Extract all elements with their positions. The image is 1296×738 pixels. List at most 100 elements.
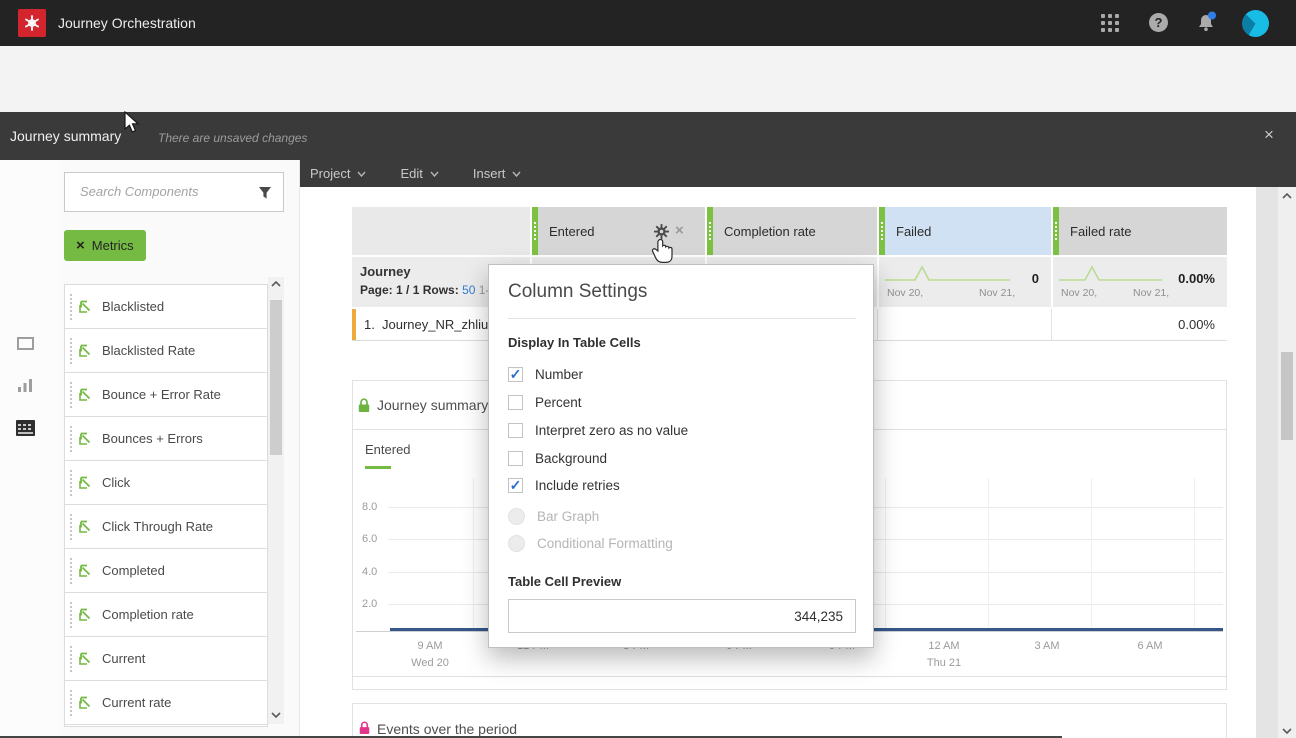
list-item[interactable]: Completed — [65, 549, 267, 593]
list-item[interactable]: Bounces + Errors — [65, 417, 267, 461]
x-tick: 9 AM — [417, 640, 443, 652]
notifications-bell-icon[interactable] — [1196, 11, 1218, 33]
divider — [508, 318, 856, 319]
page-scrollbar-thumb[interactable] — [1281, 352, 1293, 440]
workspace-title: Journey summary — [10, 128, 122, 144]
x-tick: 6 AM — [1137, 640, 1163, 652]
option-label: Bar Graph — [537, 508, 600, 524]
spark-date-start: Nov 20, — [1061, 287, 1098, 299]
scroll-up-icon[interactable] — [271, 281, 281, 287]
checkbox-checked-icon[interactable]: ✓ — [508, 477, 523, 493]
legend-label[interactable]: Entered — [365, 442, 411, 457]
radio-disabled-icon[interactable] — [508, 507, 525, 525]
option-conditional-formatting[interactable]: Conditional Formatting — [508, 534, 673, 552]
filter-icon[interactable] — [258, 186, 272, 200]
remove-column-icon[interactable]: × — [675, 222, 684, 239]
app-switcher-icon[interactable] — [1101, 14, 1119, 32]
list-item[interactable]: Completion rate — [65, 593, 267, 637]
drag-handle[interactable] — [70, 645, 72, 672]
components-table-icon[interactable] — [16, 420, 35, 436]
metric-label: Blacklisted — [102, 299, 165, 314]
row-name[interactable]: Journey_NR_zhliu_2 — [382, 317, 503, 332]
metrics-filter-chip[interactable]: × Metrics — [64, 230, 146, 261]
list-item[interactable]: Bounce + Error Rate — [65, 373, 267, 417]
drag-handle[interactable] — [70, 425, 72, 452]
chevron-down-icon — [430, 171, 439, 177]
column-header-failed[interactable]: Failed — [879, 207, 1051, 255]
metric-icon — [78, 563, 93, 578]
list-item[interactable]: Blacklisted Rate — [65, 329, 267, 373]
page-scrollbar[interactable] — [1278, 187, 1296, 738]
metric-icon — [78, 519, 93, 534]
table-cell-preview-input[interactable] — [509, 600, 855, 632]
checkbox-icon[interactable] — [508, 422, 523, 438]
column-settings-gear-icon[interactable] — [654, 224, 669, 239]
menu-project[interactable]: Project — [310, 166, 366, 181]
column-label: Entered — [549, 223, 595, 239]
rows-count-link[interactable]: 50 — [462, 283, 475, 297]
scroll-up-icon[interactable] — [1282, 193, 1292, 199]
option-label: Interpret zero as no value — [535, 422, 689, 438]
metrics-list: Blacklisted Blacklisted Rate Bounce + Er… — [64, 284, 268, 727]
column-header-completion-rate[interactable]: Completion rate — [707, 207, 877, 255]
list-item[interactable]: Current rate — [65, 681, 267, 725]
drag-handle[interactable] — [70, 513, 72, 540]
metric-icon — [78, 607, 93, 622]
menu-insert[interactable]: Insert — [473, 166, 522, 181]
close-icon[interactable]: × — [1264, 125, 1274, 145]
metric-label: Bounces + Errors — [102, 431, 203, 446]
drag-handle[interactable] — [70, 337, 72, 364]
option-include-retries[interactable]: ✓ Include retries — [508, 476, 620, 494]
search-box — [64, 172, 284, 212]
menu-insert-label: Insert — [472, 166, 506, 181]
gridline — [988, 478, 989, 630]
remove-filter-icon[interactable]: × — [76, 237, 85, 254]
left-rail — [0, 160, 60, 738]
table-corner-cell — [352, 207, 530, 255]
check-mark: ✓ — [509, 366, 522, 382]
menu-edit-label: Edit — [400, 166, 423, 181]
drag-handle[interactable] — [70, 381, 72, 408]
menu-edit[interactable]: Edit — [400, 166, 439, 181]
scroll-down-icon[interactable] — [1282, 728, 1292, 734]
option-percent[interactable]: Percent — [508, 393, 582, 411]
checkbox-icon[interactable] — [508, 394, 523, 410]
option-background[interactable]: Background — [508, 449, 607, 467]
drag-handle[interactable] — [70, 689, 72, 716]
cell-failed-rate-value: 0.00% — [1178, 317, 1215, 332]
list-item[interactable]: Blacklisted — [65, 285, 267, 329]
avatar[interactable] — [1242, 10, 1269, 37]
drag-handle[interactable] — [70, 601, 72, 628]
checkbox-icon[interactable] — [508, 450, 523, 466]
radio-disabled-icon[interactable] — [508, 534, 525, 552]
app-root: Journey Orchestration ? Journey summary … — [0, 0, 1296, 738]
drag-handle[interactable] — [70, 293, 72, 320]
drag-handle[interactable] — [70, 557, 72, 584]
gridline — [885, 478, 886, 630]
option-number[interactable]: ✓ Number — [508, 365, 583, 383]
checkbox-checked-icon[interactable]: ✓ — [508, 366, 523, 382]
panel-title: Journey summary — [377, 397, 489, 413]
metric-icon — [78, 343, 93, 358]
visualizations-icon[interactable] — [17, 377, 34, 393]
events-panel: Events over the period — [352, 703, 1227, 738]
panels-icon[interactable] — [17, 337, 34, 350]
column-header-failed-rate[interactable]: Failed rate — [1053, 207, 1227, 255]
option-bar-graph[interactable]: Bar Graph — [508, 507, 599, 525]
list-item[interactable]: Current — [65, 637, 267, 681]
metric-icon — [78, 475, 93, 490]
menu-project-label: Project — [310, 166, 351, 181]
canvas-gutter — [1256, 187, 1278, 738]
scroll-down-icon[interactable] — [271, 712, 281, 718]
search-input[interactable] — [78, 183, 252, 200]
drag-handle[interactable] — [70, 469, 72, 496]
column-accent-bar — [532, 207, 538, 255]
list-item[interactable]: Click — [65, 461, 267, 505]
list-item[interactable]: Click Through Rate — [65, 505, 267, 549]
sidebar-scrollbar-thumb[interactable] — [270, 300, 282, 455]
help-icon[interactable]: ? — [1149, 13, 1168, 32]
column-header-entered[interactable]: Entered × — [532, 207, 705, 255]
option-interpret-zero[interactable]: Interpret zero as no value — [508, 421, 688, 439]
column-settings-modal: Column Settings Display In Table Cells ✓… — [488, 264, 874, 648]
sparkline — [885, 265, 1010, 281]
